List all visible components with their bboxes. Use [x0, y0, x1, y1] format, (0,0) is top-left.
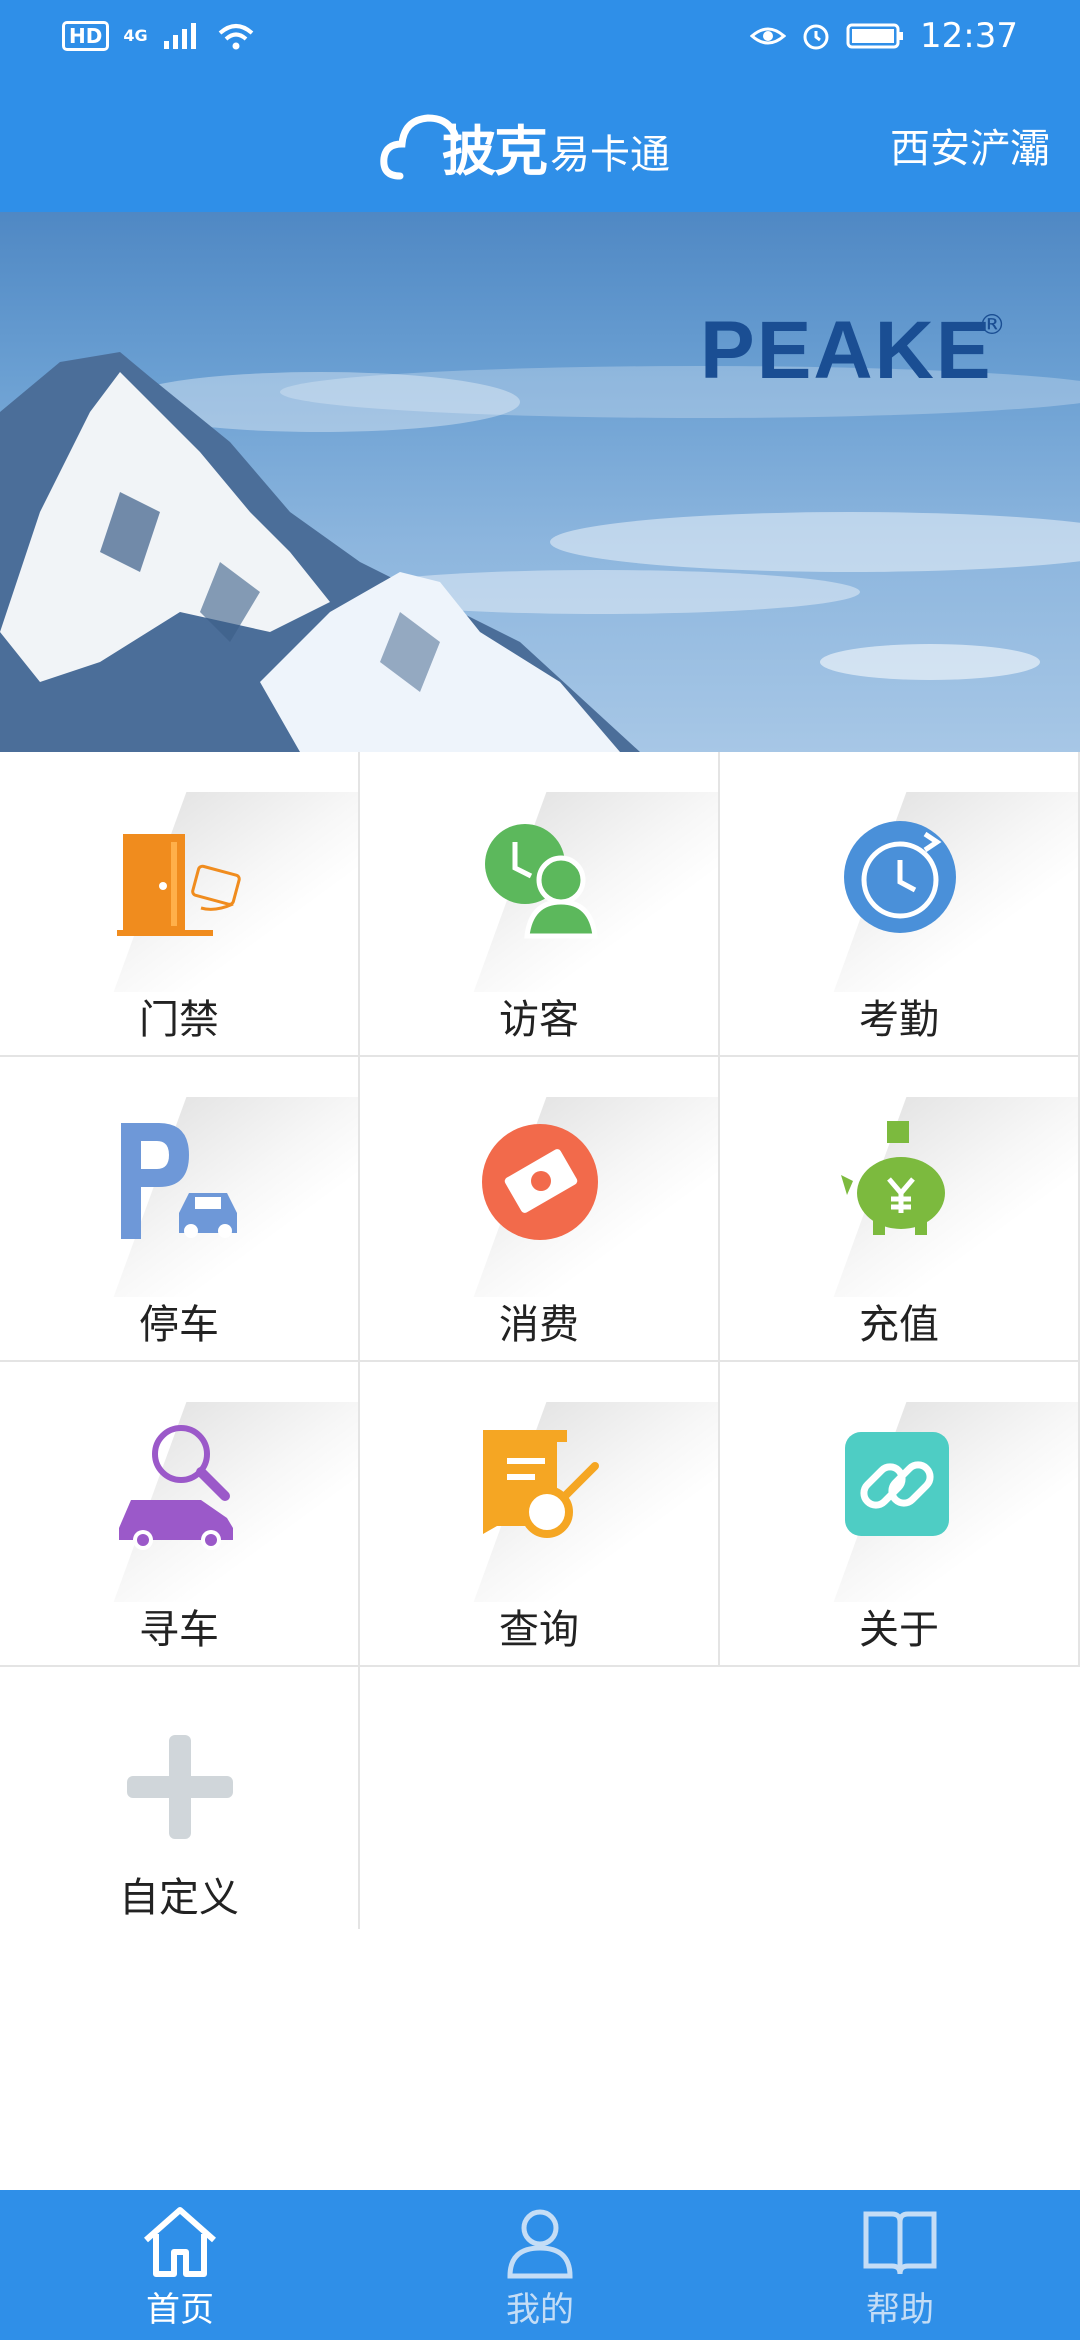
logo-sub-text: 易卡通 [550, 132, 670, 178]
grid-item-parking[interactable]: 停车 [0, 1057, 360, 1362]
bottom-tab-bar: 首页 我的 帮助 [0, 2190, 1080, 2340]
user-icon [507, 2209, 573, 2279]
grid-item-query[interactable]: 查询 [360, 1362, 720, 1667]
parking-icon [121, 1123, 237, 1239]
grid-item-about[interactable]: 关于 [720, 1362, 1080, 1667]
logo-main-text: 披克 [442, 119, 548, 183]
grid-item-attendance[interactable]: 考勤 [720, 752, 1080, 1057]
mountain-illustration [0, 352, 1080, 752]
network-type: 4G [123, 26, 148, 45]
grid-item-door[interactable]: 门禁 [0, 752, 360, 1057]
grid-item-label: 停车 [139, 1302, 219, 1348]
tab-label: 首页 [146, 2290, 214, 2330]
grid-item-label: 考勤 [859, 997, 939, 1043]
grid-item-label: 查询 [499, 1607, 579, 1653]
grid-item-label: 自定义 [119, 1875, 239, 1921]
banner-image[interactable]: PEAKE ® [0, 212, 1080, 752]
book-icon [863, 2211, 937, 2275]
grid-item-label: 充值 [859, 1302, 939, 1348]
grid-item-custom[interactable]: 自定义 [0, 1667, 360, 1929]
grid-item-label: 消费 [499, 1302, 579, 1348]
tab-label: 我的 [506, 2290, 574, 2330]
battery-icon [846, 23, 904, 49]
alarm-icon [803, 24, 829, 50]
grid-item-label: 关于 [859, 1607, 939, 1653]
grid-item-label: 寻车 [139, 1607, 219, 1653]
plus-icon [127, 1735, 233, 1839]
registered-mark: ® [978, 308, 1006, 341]
link-icon [845, 1432, 949, 1536]
grid-item-recharge[interactable]: 充值 [720, 1057, 1080, 1362]
visitor-icon [485, 824, 598, 939]
attendance-clock-icon [844, 821, 956, 933]
grid-item-payment[interactable]: 消费 [360, 1057, 720, 1362]
status-right: 12:37 [750, 16, 1018, 56]
app-header: 披克 易卡通 西安浐灞 [0, 72, 1080, 212]
payment-icon [482, 1124, 598, 1240]
piggy-bank-icon [841, 1121, 945, 1235]
app-screen: HD 4G 12:37 披克 易卡通 西安浐灞 PEAKE ® 门禁 访客 考勤… [0, 0, 1080, 2340]
wifi-icon [218, 24, 253, 50]
status-left: HD 4G [62, 21, 256, 51]
hd-badge: HD [62, 21, 110, 51]
location-selector[interactable]: 西安浐灞 [890, 116, 1050, 174]
find-car-icon [119, 1425, 233, 1550]
tab-home[interactable]: 首页 [0, 2190, 360, 2340]
home-icon [144, 2207, 216, 2277]
clock-time: 12:37 [920, 16, 1018, 56]
grid-item-visitor[interactable]: 访客 [360, 752, 720, 1057]
tab-mine[interactable]: 我的 [360, 2190, 720, 2340]
grid-item-label: 访客 [499, 997, 579, 1043]
tab-help[interactable]: 帮助 [720, 2190, 1080, 2340]
eye-icon [750, 27, 787, 45]
door-card-icon [117, 834, 241, 936]
tab-label: 帮助 [866, 2290, 934, 2330]
grid-item-label: 门禁 [139, 997, 219, 1043]
status-bar: HD 4G 12:37 [0, 0, 1080, 72]
brand-logo: PEAKE [700, 305, 993, 396]
signal-icon [163, 23, 196, 49]
query-icon [483, 1430, 599, 1538]
app-logo: 披克 易卡通 [378, 96, 670, 196]
grid-item-find-car[interactable]: 寻车 [0, 1362, 360, 1667]
